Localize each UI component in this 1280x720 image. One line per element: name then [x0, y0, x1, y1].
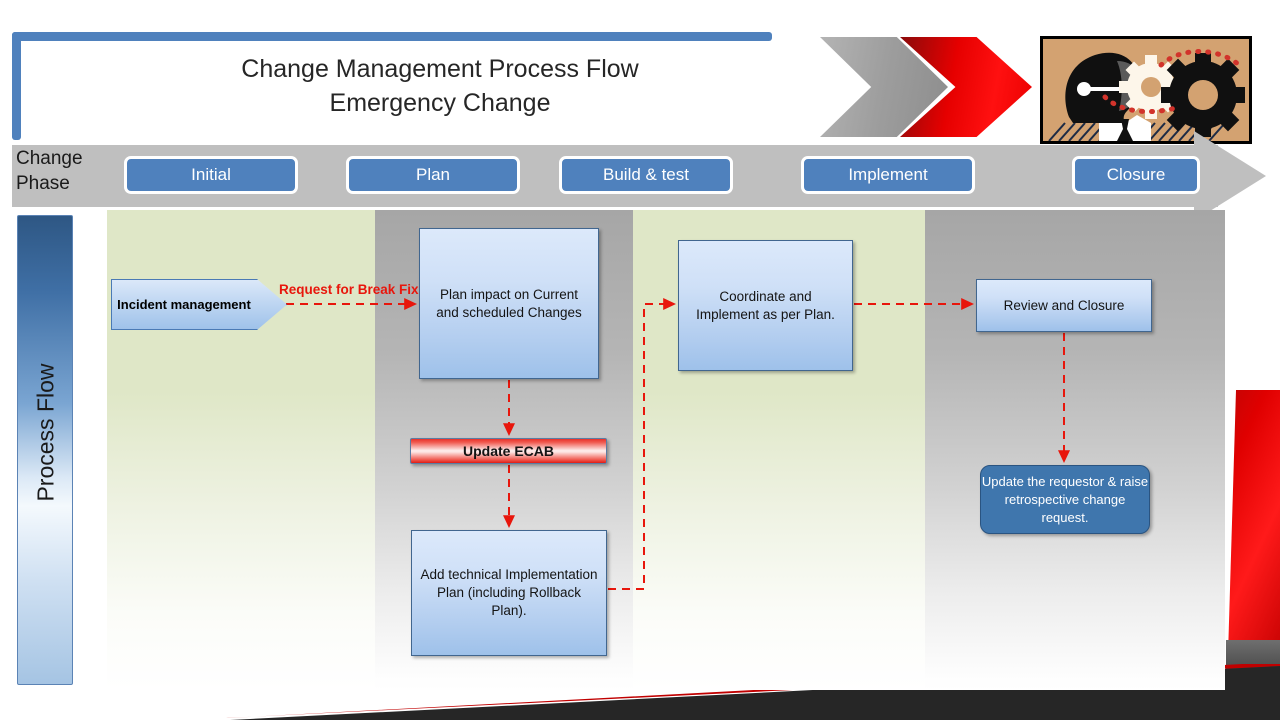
flow-node-label: Update ECAB: [462, 443, 554, 459]
phase-chip-label: Build & test: [603, 165, 689, 184]
banner-frame-top-bar: [12, 32, 772, 41]
flow-node-update_ecab[interactable]: Update ECAB: [410, 438, 607, 464]
slide-canvas: Change Management Process Flow Emergency…: [0, 0, 1280, 720]
flow-node-label: Add technical Implementation Plan (inclu…: [420, 567, 598, 618]
flow-node-plan_impact[interactable]: Plan impact on Current and scheduled Cha…: [419, 228, 599, 379]
phase-bar-label-line-1: Change: [16, 148, 83, 169]
flow-node-label: Update the requestor & raise retrospecti…: [981, 473, 1149, 525]
process-flow-sidebar-label: Process Flow: [32, 363, 59, 502]
phase-chip-initial[interactable]: Initial: [124, 156, 298, 194]
gears-and-thinker-logo-icon: [1040, 36, 1252, 144]
phase-bar-label: Change Phase: [16, 146, 108, 196]
flow-node-label: Review and Closure: [1003, 297, 1125, 313]
phase-chip-implement[interactable]: Implement: [801, 156, 975, 194]
connector-label-break_fix: Request for Break Fix: [279, 282, 419, 297]
page-title-line-2: Emergency Change: [329, 89, 551, 117]
phase-chip-plan[interactable]: Plan: [346, 156, 520, 194]
phase-chip-closure[interactable]: Closure: [1072, 156, 1200, 194]
phase-chip-label: Initial: [191, 165, 231, 184]
flow-node-coordinate[interactable]: Coordinate and Implement as per Plan.: [678, 240, 853, 371]
page-title-line-1: Change Management Process Flow: [241, 55, 639, 83]
flow-node-review_closure[interactable]: Review and Closure: [976, 279, 1152, 332]
phase-chip-label: Plan: [415, 165, 451, 184]
flow-node-label: Incident management: [117, 297, 251, 312]
phase-chip-label: Implement: [848, 165, 928, 184]
flow-node-label: Coordinate and Implement as per Plan.: [696, 288, 835, 322]
phase-bar-label-line-2: Phase: [16, 173, 70, 194]
process-flow-sidebar: Process Flow: [17, 215, 73, 685]
phase-chip-label: Closure: [1106, 165, 1166, 184]
flow-node-update_requestor[interactable]: Update the requestor & raise retrospecti…: [980, 465, 1150, 534]
flow-node-add_tech_plan[interactable]: Add technical Implementation Plan (inclu…: [411, 530, 607, 656]
page-title: Change Management Process Flow Emergency…: [20, 52, 860, 120]
flow-node-incident[interactable]: Incident management: [111, 279, 287, 330]
phase-chip-build-test[interactable]: Build & test: [559, 156, 733, 194]
flow-node-label: Plan impact on Current and scheduled Cha…: [436, 286, 582, 320]
